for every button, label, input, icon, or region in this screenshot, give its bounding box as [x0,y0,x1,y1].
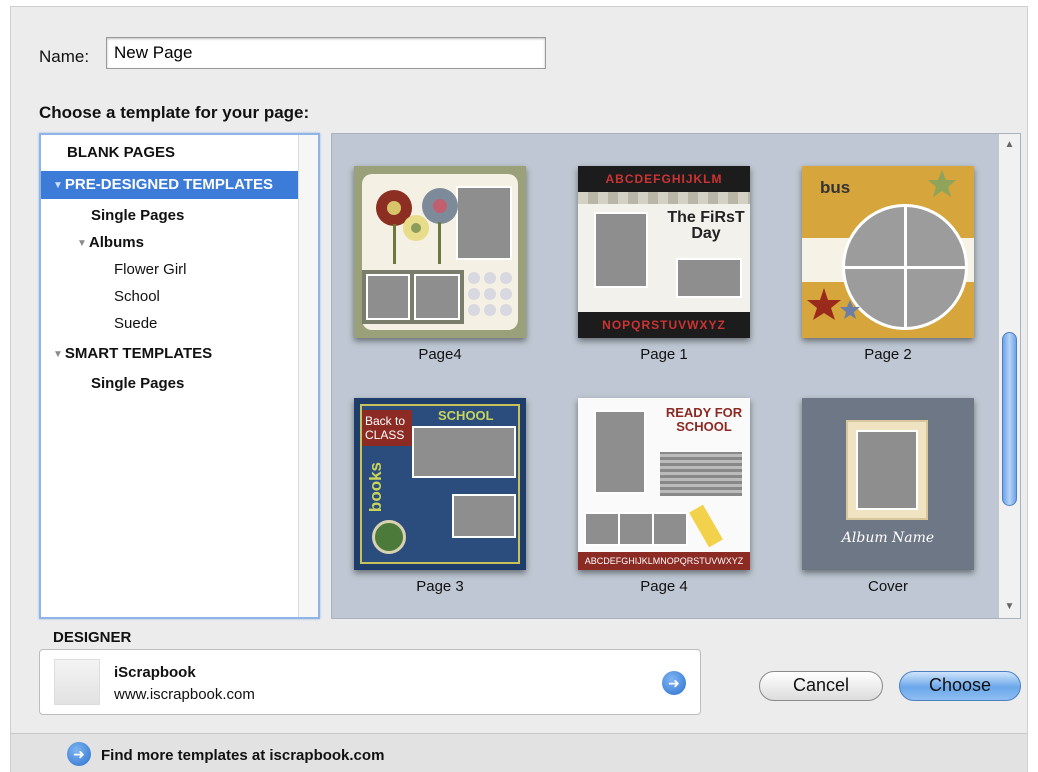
template-thumbnail-cover[interactable]: Album Name [802,398,974,570]
cancel-button[interactable]: Cancel [759,671,883,701]
name-input[interactable] [106,37,546,69]
tree-item-flower-girl[interactable]: Flower Girl [114,261,187,278]
template-category-list[interactable]: BLANK PAGES ▼ PRE-DESIGNED TEMPLATES Sing… [39,133,320,619]
find-more-templates-link[interactable]: Find more templates at iscrapbook.com [101,747,384,764]
designer-name: iScrapbook [114,664,196,681]
template-books-text: books [366,462,385,513]
photo-placeholder [618,512,654,546]
template-label: Page 3 [416,578,464,595]
template-label: Cover [867,578,908,595]
template-title-text: READY FOR SCHOOL [665,405,743,434]
template-thumbnail-page-2[interactable]: bus [802,166,974,338]
photo-placeholder [414,274,460,320]
arrow-right-icon[interactable]: ➜ [662,671,686,695]
arrow-right-icon[interactable]: ➜ [67,742,91,766]
template-title-text: bus [820,178,851,197]
template-label: Page 2 [864,346,912,363]
tree-item-school[interactable]: School [114,288,160,305]
tree-item-albums[interactable]: ▼ Albums [77,234,144,251]
photo-placeholder [456,186,512,260]
tree-item-blank-pages[interactable]: BLANK PAGES [67,144,175,161]
alphabet-banner-top: ABCDEFGHIJKLM [578,166,750,192]
photo-placeholder [594,212,648,288]
template-thumbnail-page-3[interactable]: Back to CLASS SCHOOL books [354,398,526,570]
template-script-text: Album Name [841,530,935,546]
photo-placeholder [584,512,620,546]
footer-bar: ➜ Find more templates at iscrapbook.com [11,733,1027,772]
photo-placeholder [366,274,410,320]
alphabet-banner-bottom: ABCDEFGHIJKLMNOPQRSTUVWXYZ [578,552,750,570]
sidebar-scrollbar[interactable] [298,135,318,617]
disclosure-triangle-icon[interactable]: ▼ [77,238,87,249]
tree-item-smart-single-pages[interactable]: Single Pages [91,375,184,392]
template-thumbnail-page-4[interactable]: READY FOR SCHOOL ABCDEFGHIJKLMNOPQRSTUVW… [578,398,750,570]
new-page-dialog: Name: Choose a template for your page: B… [10,6,1028,772]
template-thumbnail-page-1[interactable]: ABCDEFGHIJKLM The FiRsT Day NOPQRSTUVWXY… [578,166,750,338]
choose-button[interactable]: Choose [899,671,1021,701]
template-title-text: The FiRsT Day [667,209,745,242]
template-grid: Page4 ABCDEFGHIJKLM The FiRsT Day NOPQRS… [331,133,1021,619]
tree-item-single-pages[interactable]: Single Pages [91,207,184,224]
designer-avatar [54,659,100,705]
template-tag-text: Back to CLASS [362,410,412,446]
alphabet-banner-bottom: NOPQRSTUVWXYZ [578,312,750,338]
template-grid-scrollbar[interactable]: ▲ ▼ [998,134,1020,618]
designer-heading: DESIGNER [53,629,132,646]
designer-url: www.iscrapbook.com [114,686,255,703]
photo-placeholder [594,410,646,494]
tree-item-smart-templates[interactable]: ▼ SMART TEMPLATES [53,345,212,362]
template-label: Page4 [418,346,462,363]
template-label: Page 4 [640,578,688,595]
flower-icon [376,188,458,264]
photo-placeholder [452,494,516,538]
designer-panel: iScrapbook www.iscrapbook.com ➜ [39,649,701,715]
photo-placeholder [856,430,918,510]
star-icon [928,170,956,197]
photo-placeholder [652,512,688,546]
photo-placeholder [676,258,742,298]
photo-placeholder [412,426,516,478]
star-icon [807,288,860,320]
dot-pattern-icon [468,272,512,316]
template-school-text: SCHOOL [438,408,494,423]
scroll-thumb[interactable] [1002,332,1017,506]
tree-item-suede[interactable]: Suede [114,315,157,332]
template-label: Page 1 [640,346,688,363]
disclosure-triangle-icon[interactable]: ▼ [53,349,63,360]
name-label: Name: [39,47,90,66]
pencil-icon [689,504,723,548]
tree-item-pre-designed-templates[interactable]: ▼ PRE-DESIGNED TEMPLATES [41,171,298,199]
template-thumbnail-page4[interactable] [354,166,526,338]
scroll-down-arrow-icon[interactable]: ▼ [999,598,1020,616]
template-heading: Choose a template for your page: [39,103,310,122]
scroll-up-arrow-icon[interactable]: ▲ [999,136,1020,154]
disclosure-triangle-icon[interactable]: ▼ [53,172,63,200]
